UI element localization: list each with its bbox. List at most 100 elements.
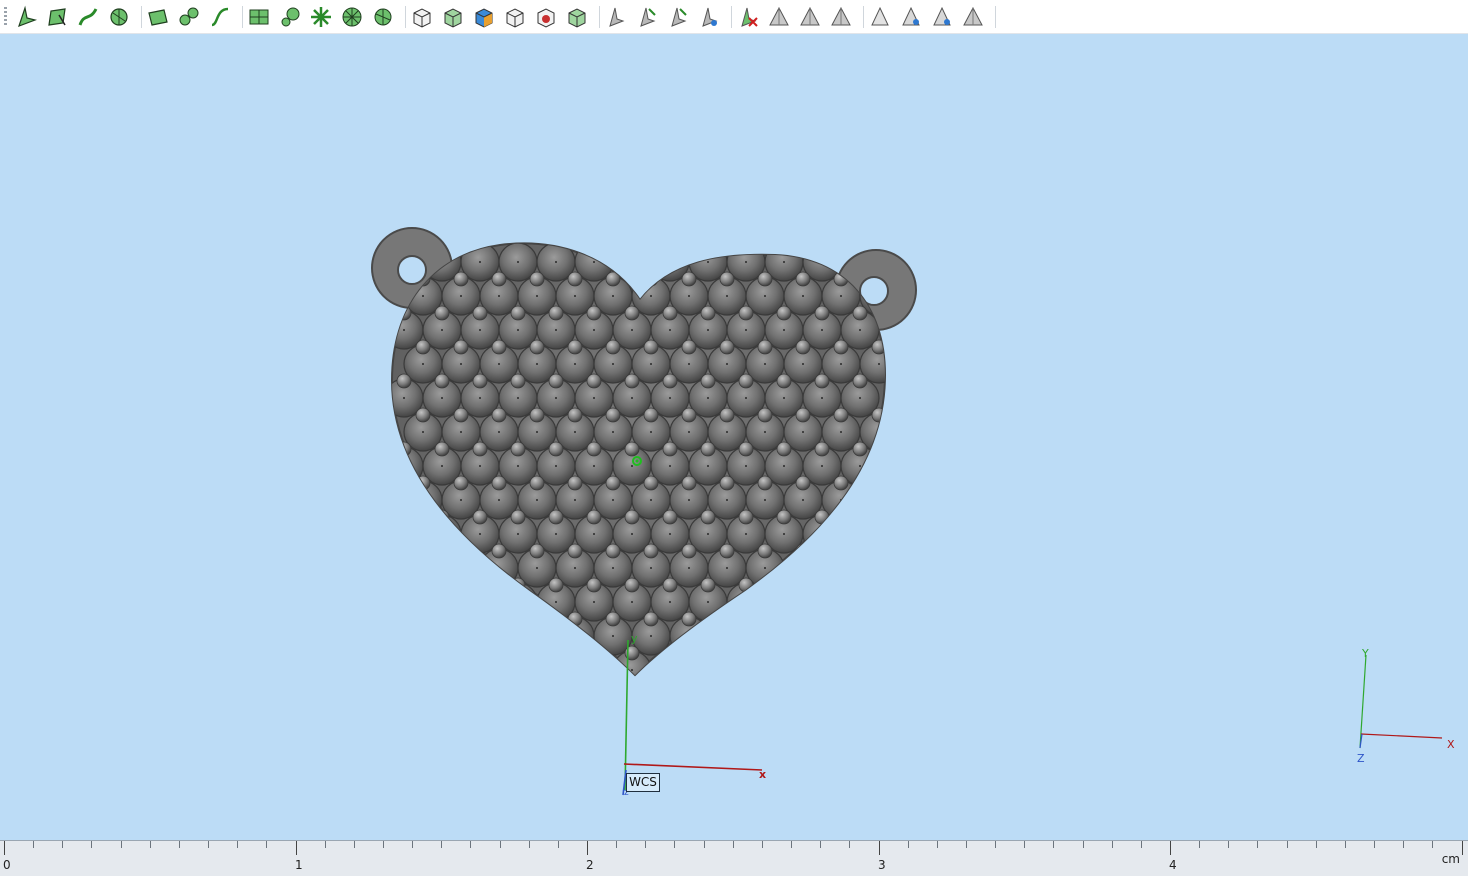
pyramid-copy-icon[interactable] [798,5,822,29]
gem-stone [498,650,538,675]
prong [814,645,830,661]
toolbar-grip[interactable] [4,7,7,27]
select-face-icon[interactable] [45,5,69,29]
ruler-label: 3 [878,858,886,872]
prong [548,577,564,593]
cone-eye-icon[interactable] [930,5,954,29]
gem-setting-icon[interactable] [278,5,302,29]
cube-red-icon[interactable] [534,5,558,29]
view-y-label: Y [1362,647,1369,660]
prong [852,509,868,525]
ruler-minor-tick [1432,841,1433,848]
cone-hatch-icon[interactable] [961,5,985,29]
cube-front-icon[interactable] [410,5,434,29]
prong [795,475,811,491]
radial-cut-icon[interactable] [371,5,395,29]
prong [491,543,507,559]
ruler-minor-tick [1374,841,1375,848]
prong [776,645,792,661]
prong [624,373,640,389]
prong [795,407,811,423]
arrow-snap-icon[interactable] [697,5,721,29]
radial-array-icon[interactable] [340,5,364,29]
prong [415,407,431,423]
prong [529,271,545,287]
pyramid-icon[interactable] [767,5,791,29]
prong [700,509,716,525]
cube-top-icon[interactable] [441,5,465,29]
ruler-minor-tick [849,841,850,848]
ruler-minor-tick [529,841,530,848]
feature-chain-icon[interactable] [177,5,201,29]
surface-mesh-icon[interactable] [247,5,271,29]
gem-stone [392,514,424,554]
main-toolbar [0,0,1468,34]
prong [757,543,773,559]
gem-stone [840,650,880,675]
prong [871,475,885,491]
prong [738,645,754,661]
ruler-minor-tick [470,841,471,848]
prong [776,441,792,457]
prong [795,339,811,355]
prong [814,373,830,389]
view-orientation-triad [1359,654,1443,749]
snowflake-pattern-icon[interactable] [309,5,333,29]
prong [510,305,526,321]
prong [852,441,868,457]
prong [434,509,450,525]
prong [662,509,678,525]
3d-viewport[interactable] [0,34,1468,840]
select-loop-icon[interactable] [107,5,131,29]
prong [700,305,716,321]
gem-stone [403,548,443,588]
prong [491,271,507,287]
prong [852,373,868,389]
prong [662,373,678,389]
arrow-cursor-icon[interactable] [604,5,628,29]
toolbar-separator [599,6,600,28]
cube-color-icon[interactable] [472,5,496,29]
prong [871,407,885,423]
arrow-rotate-icon[interactable] [666,5,690,29]
select-tool-icon[interactable] [14,5,38,29]
prong [757,271,773,287]
prong [586,577,602,593]
pyramid-slant-icon[interactable] [829,5,853,29]
plane-icon[interactable] [146,5,170,29]
prong [548,305,564,321]
pendant-model[interactable] [371,227,917,689]
prong [586,645,602,661]
prong [719,543,735,559]
cone-icon[interactable] [868,5,892,29]
prong [548,509,564,525]
horizontal-ruler[interactable]: cm 0 1 2 3 4 [0,840,1468,876]
ruler-minor-tick [1228,841,1229,848]
cube-green-icon[interactable] [565,5,589,29]
prong [738,509,754,525]
prong [814,577,830,593]
gem-stone [859,480,885,520]
select-curve-icon[interactable] [76,5,100,29]
ruler-minor-tick [412,841,413,848]
delete-node-icon[interactable] [736,5,760,29]
ruler-minor-tick [995,841,996,848]
gem-stone [783,616,823,656]
toolbar-separator [863,6,864,28]
arrow-move-icon[interactable] [635,5,659,29]
ruler-minor-tick [150,841,151,848]
curve-path-icon[interactable] [208,5,232,29]
prong [757,339,773,355]
cone-grid-icon[interactable] [899,5,923,29]
prong [510,509,526,525]
gem-stone [802,650,842,675]
prong [662,577,678,593]
ruler-minor-tick [1199,841,1200,848]
gem-stone [764,650,804,675]
ruler-minor-tick [354,841,355,848]
prong [662,441,678,457]
ruler-minor-tick [266,841,267,848]
wcs-x-axis [623,763,763,771]
prong [776,509,792,525]
cube-wire-icon[interactable] [503,5,527,29]
